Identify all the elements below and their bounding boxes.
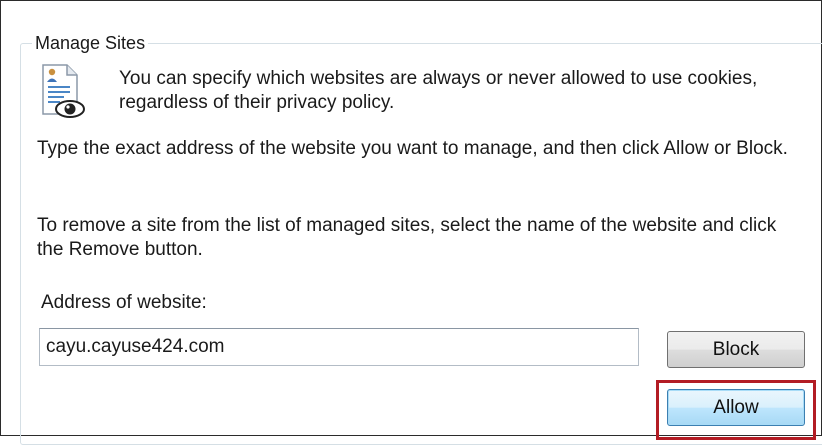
intro-text: You can specify which websites are alway…	[119, 68, 758, 113]
block-button[interactable]: Block	[667, 331, 805, 368]
address-input[interactable]	[39, 328, 639, 366]
address-label: Address of website:	[41, 292, 207, 313]
allow-button[interactable]: Allow	[667, 389, 805, 426]
remove-instructions: To remove a site from the list of manage…	[37, 215, 777, 260]
groupbox-title: Manage Sites	[32, 33, 149, 53]
manage-instructions: Type the exact address of the website yo…	[37, 138, 788, 159]
privacy-document-eye-icon	[42, 64, 85, 118]
